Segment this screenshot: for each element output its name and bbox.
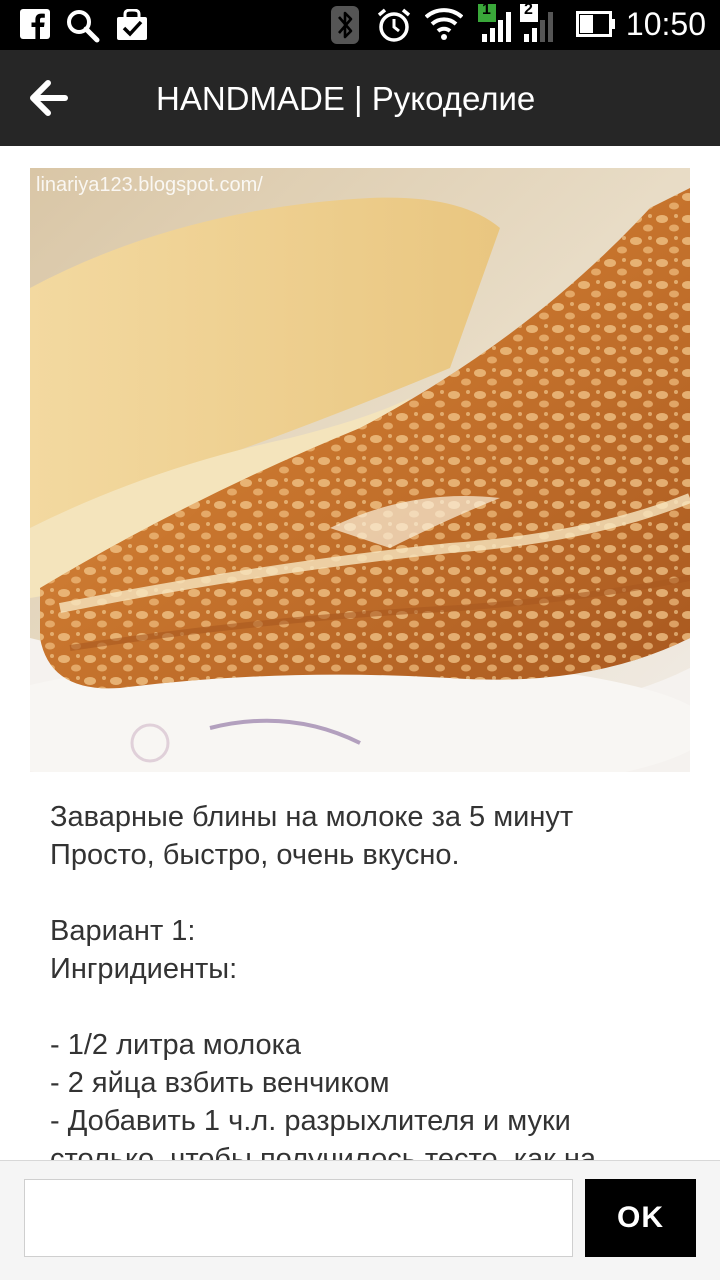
sim2-label: 2 (524, 1, 533, 18)
sim1-label: 1 (482, 1, 491, 18)
facebook-icon (20, 9, 50, 44)
post-line: - 2 яйца взбить венчиком (50, 1067, 390, 1099)
post-meta (50, 146, 690, 152)
post-line: - Добавить 1 ч.л. разрыхлителя и муки (50, 1105, 571, 1137)
comment-input[interactable] (24, 1179, 573, 1257)
battery-icon (576, 11, 616, 42)
post-content: linariya123.blogspot.com/ Заварные блины… (0, 146, 720, 1160)
app-bar: HANDMADE | Рукоделие (0, 50, 720, 146)
page-title: HANDMADE | Рукоделие (156, 80, 536, 117)
ok-button[interactable]: OK (585, 1179, 696, 1257)
alarm-icon (376, 7, 412, 48)
signal-icon: 2 (520, 1, 556, 49)
shopping-bag-icon (116, 8, 148, 46)
post-line: столько, чтобы получилось тесто, как на (50, 1143, 597, 1160)
post-line: Заварные блины на молоке за 5 минут (50, 801, 574, 833)
post-line: Просто, быстро, очень вкусно. (50, 839, 460, 871)
back-button[interactable] (22, 74, 74, 122)
arrow-left-icon (30, 80, 68, 116)
search-icon (66, 9, 100, 48)
signal-icon: 1 (478, 1, 512, 49)
image-watermark: linariya123.blogspot.com/ (36, 174, 263, 196)
post-line (50, 874, 690, 912)
wifi-icon (424, 8, 464, 45)
comment-bar: OK (0, 1160, 720, 1280)
status-time: 10:50 (625, 6, 706, 42)
post-text: Заварные блины на молоке за 5 минут Прос… (50, 798, 690, 1160)
bluetooth-icon (331, 6, 359, 49)
post-line (50, 988, 690, 1026)
post-line: Ингридиенты: (50, 953, 238, 985)
post-image[interactable]: linariya123.blogspot.com/ (30, 168, 690, 772)
post-line: - 1/2 литра молока (50, 1029, 302, 1061)
status-bar: 1 2 10:50 (0, 0, 720, 50)
post-line: Вариант 1: (50, 915, 196, 947)
